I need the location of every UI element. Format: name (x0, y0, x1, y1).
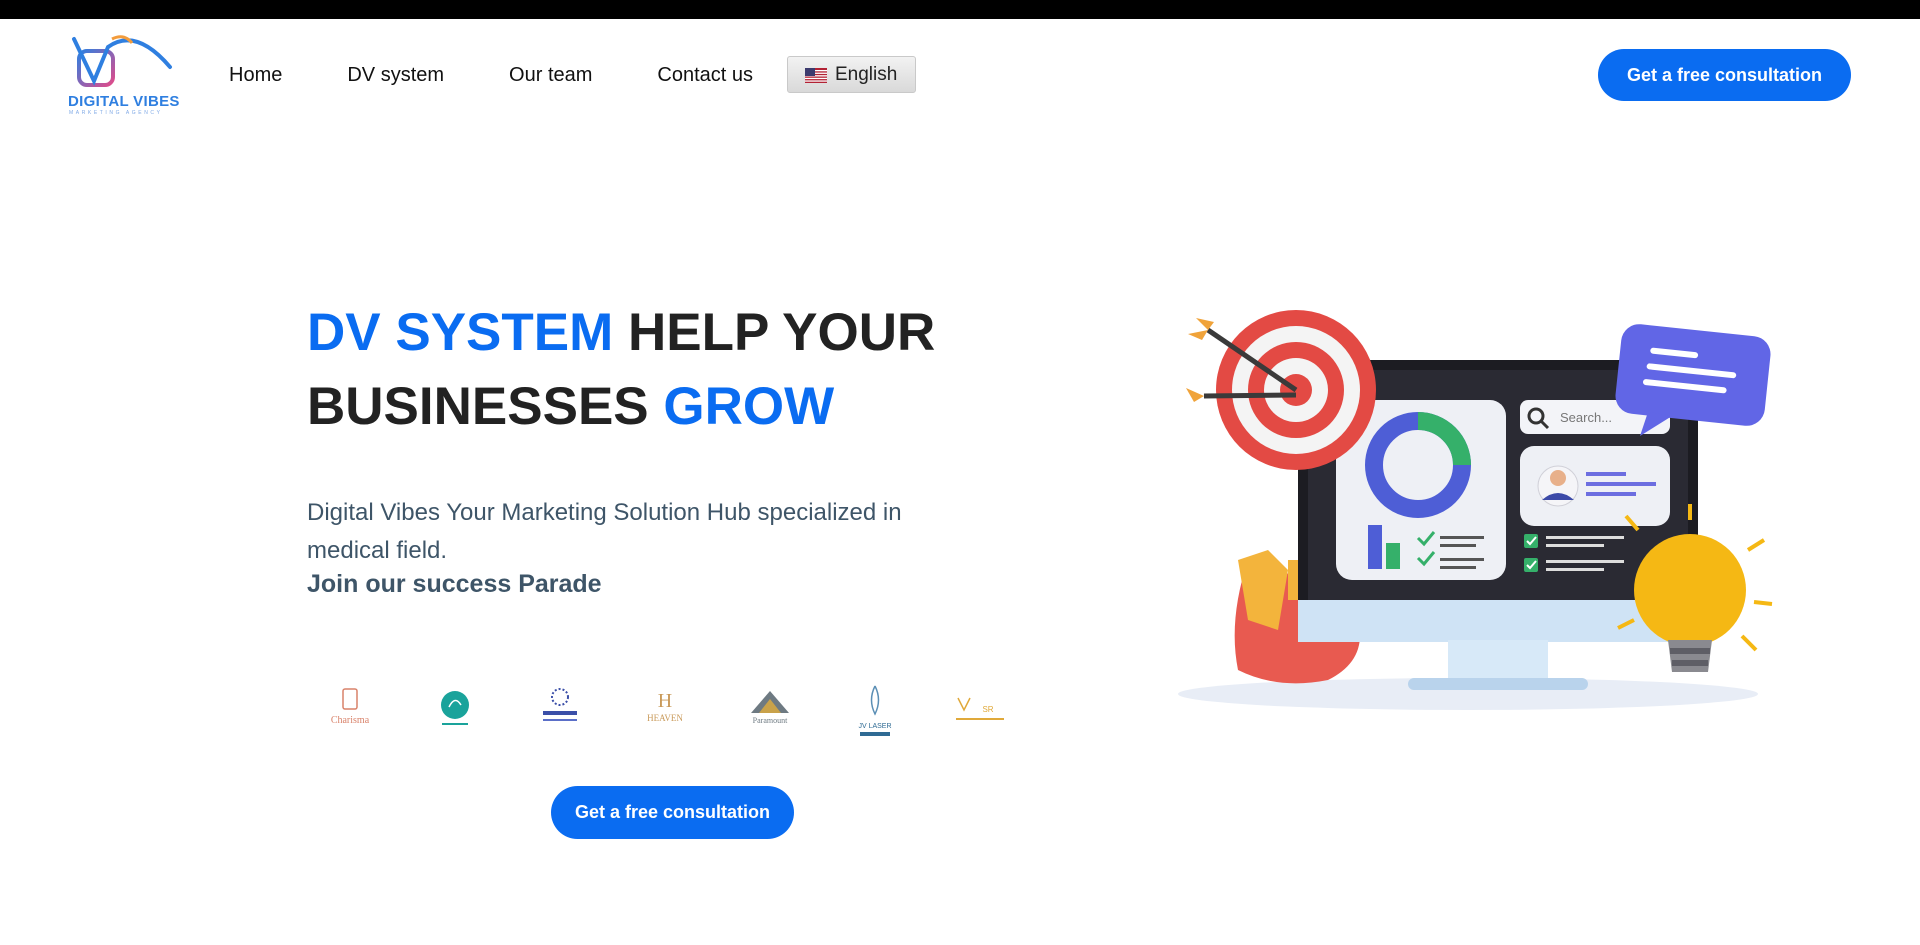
svg-text:SR: SR (982, 705, 993, 714)
svg-text:Paramount: Paramount (753, 716, 788, 725)
logo-text: DIGITAL VIBES (68, 93, 180, 110)
nav-home[interactable]: Home (229, 64, 282, 87)
paramount-logo: Paramount (740, 682, 800, 738)
gold-logo: SR (950, 682, 1010, 738)
jv-laser-logo: JV LASER (845, 682, 905, 738)
logo-tagline: MARKETING AGENCY (69, 110, 163, 116)
heaven-logo: H HEAVEN (635, 682, 695, 738)
hero-consultation-button[interactable]: Get a free consultation (551, 786, 794, 839)
hero-tagline: Join our success Parade (307, 570, 602, 598)
language-selector[interactable]: English (787, 56, 916, 93)
blue-dots-logo (530, 682, 590, 738)
logo-mark-icon (72, 35, 172, 87)
charisma-logo: Charisma (320, 682, 380, 738)
svg-text:HEAVEN: HEAVEN (647, 713, 683, 723)
teal-circle-logo (425, 682, 485, 738)
header-consultation-button[interactable]: Get a free consultation (1598, 49, 1851, 101)
nav-our-team[interactable]: Our team (509, 64, 592, 87)
top-black-bar (0, 0, 1920, 19)
target-icon (1186, 310, 1376, 470)
hero-title-text-1: HELP YOUR (613, 303, 936, 362)
hero-title: DV SYSTEM HELP YOUR BUSINESSES GROW (307, 296, 1007, 444)
nav-contact-us[interactable]: Contact us (657, 64, 753, 87)
site-header: DIGITAL VIBES MARKETING AGENCY Home DV s… (0, 19, 1920, 134)
svg-text:Charisma: Charisma (331, 715, 370, 726)
client-logos: Charisma H HEAVEN Paramount JV LASER SR (320, 680, 1010, 740)
marketing-illustration: Search... (1168, 300, 1784, 720)
main-nav: Home DV system Our team Contact us (229, 64, 753, 87)
nav-dv-system[interactable]: DV system (347, 64, 444, 87)
hero-title-text-2: BUSINESSES (307, 377, 664, 436)
hero-description: Digital Vibes Your Marketing Solution Hu… (307, 499, 902, 564)
hero-title-highlight-2: GROW (663, 377, 835, 436)
hero-title-highlight-1: DV SYSTEM (307, 303, 614, 362)
search-placeholder: Search... (1560, 410, 1612, 425)
language-label: English (835, 63, 898, 85)
digital-vibes-logo[interactable]: DIGITAL VIBES MARKETING AGENCY (66, 33, 179, 117)
svg-text:H: H (658, 690, 672, 712)
us-flag-icon (805, 67, 827, 83)
svg-text:JV LASER: JV LASER (858, 723, 891, 730)
